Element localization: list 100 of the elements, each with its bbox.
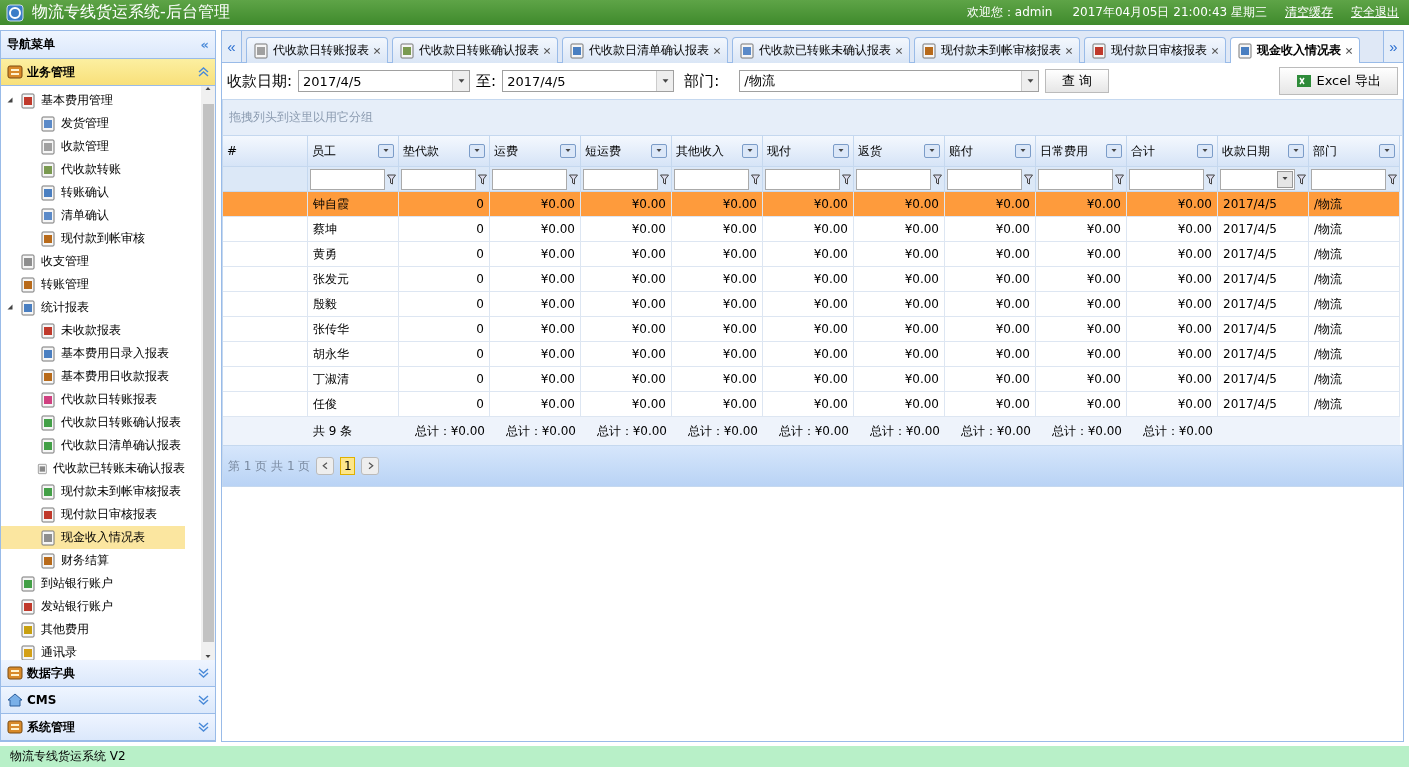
tab[interactable]: 代收款日转账报表 bbox=[246, 37, 388, 63]
tab[interactable]: 代收款已转账未确认报表 bbox=[732, 37, 910, 63]
table-cell: 胡永华 bbox=[308, 342, 399, 367]
filter-field[interactable] bbox=[856, 168, 931, 190]
next-page-button[interactable] bbox=[361, 457, 380, 475]
tree-item[interactable]: 基本费用日录入报表 bbox=[1, 342, 185, 365]
tree-item[interactable]: 代收款已转账未确认报表 bbox=[1, 457, 185, 480]
tree-item[interactable]: 财务结算 bbox=[1, 549, 185, 572]
filter-icon[interactable] bbox=[1024, 173, 1033, 185]
header-link[interactable]: 清空缓存 bbox=[1285, 4, 1333, 21]
filter-field[interactable] bbox=[1038, 168, 1113, 190]
column-menu-button[interactable] bbox=[1015, 144, 1031, 158]
header-link[interactable]: 安全退出 bbox=[1351, 4, 1399, 21]
accordion-header[interactable]: CMS bbox=[1, 687, 215, 714]
column-menu-button[interactable] bbox=[1106, 144, 1122, 158]
column-menu-button[interactable] bbox=[560, 144, 576, 158]
tree-item[interactable]: 到站银行账户 bbox=[1, 572, 185, 595]
filter-field[interactable] bbox=[765, 168, 840, 190]
filter-field[interactable] bbox=[1129, 168, 1204, 190]
tree-item[interactable]: 其他费用 bbox=[1, 618, 185, 641]
filter-icon[interactable] bbox=[1297, 173, 1306, 185]
filter-icon[interactable] bbox=[478, 173, 487, 185]
column-header[interactable]: 垫代款 bbox=[399, 136, 490, 167]
filter-icon[interactable] bbox=[387, 173, 396, 185]
column-menu-button[interactable] bbox=[742, 144, 758, 158]
tree-item[interactable]: 基本费用日收款报表 bbox=[1, 365, 185, 388]
scrollbar[interactable] bbox=[201, 86, 215, 660]
filter-field[interactable] bbox=[492, 168, 567, 190]
tree-item[interactable]: 代收款转账 bbox=[1, 158, 185, 181]
column-menu-button[interactable] bbox=[1288, 144, 1304, 158]
table-cell: ¥0.00 bbox=[1036, 267, 1127, 292]
column-menu-button[interactable] bbox=[833, 144, 849, 158]
tree-item[interactable]: 收支管理 bbox=[1, 250, 185, 273]
filter-field[interactable] bbox=[401, 168, 476, 190]
tree-item[interactable]: 现金收入情况表 bbox=[1, 526, 185, 549]
column-menu-button[interactable] bbox=[1379, 144, 1395, 158]
accordion-header[interactable]: 系统管理 bbox=[1, 714, 215, 741]
column-header[interactable]: 收款日期 bbox=[1218, 136, 1309, 167]
page-button[interactable]: 1 bbox=[340, 457, 356, 475]
tab[interactable]: 现金收入情况表 bbox=[1230, 37, 1360, 63]
filter-icon[interactable] bbox=[1115, 173, 1124, 185]
tab[interactable]: 现付款未到帐审核报表 bbox=[914, 37, 1080, 63]
tree-item[interactable]: 未收款报表 bbox=[1, 319, 185, 342]
column-header[interactable]: 其他收入 bbox=[672, 136, 763, 167]
export-button[interactable]: Excel 导出 bbox=[1279, 67, 1398, 95]
department-field[interactable]: /物流 bbox=[739, 70, 1040, 92]
filter-field[interactable] bbox=[674, 168, 749, 190]
previous-page-button[interactable] bbox=[316, 457, 335, 475]
column-header[interactable]: 返货 bbox=[854, 136, 945, 167]
filter-icon[interactable] bbox=[933, 173, 942, 185]
column-menu-button[interactable] bbox=[378, 144, 394, 158]
filter-icon[interactable] bbox=[751, 173, 760, 185]
filter-field[interactable] bbox=[1220, 168, 1295, 190]
tab-scroll-left-button[interactable]: « bbox=[222, 31, 242, 62]
tab[interactable]: 代收款日清单确认报表 bbox=[562, 37, 728, 63]
tree-item[interactable]: 统计报表 bbox=[1, 296, 185, 319]
filter-field[interactable] bbox=[947, 168, 1022, 190]
tree-item[interactable]: 转账管理 bbox=[1, 273, 185, 296]
tab-scroll-right-button[interactable]: » bbox=[1383, 31, 1403, 62]
tree-item[interactable]: 清单确认 bbox=[1, 204, 185, 227]
filter-field[interactable] bbox=[583, 168, 658, 190]
column-menu-button[interactable] bbox=[1197, 144, 1213, 158]
column-header[interactable]: 合计 bbox=[1127, 136, 1218, 167]
tree-item[interactable]: 发站银行账户 bbox=[1, 595, 185, 618]
tree-item[interactable]: 代收款日清单确认报表 bbox=[1, 434, 185, 457]
accordion-header[interactable]: 业务管理 bbox=[1, 59, 215, 86]
tree-item[interactable]: 发货管理 bbox=[1, 112, 185, 135]
tree-item[interactable]: 收款管理 bbox=[1, 135, 185, 158]
tab[interactable]: 现付款日审核报表 bbox=[1084, 37, 1226, 63]
tree-item[interactable]: 现付款到帐审核 bbox=[1, 227, 185, 250]
filter-icon[interactable] bbox=[660, 173, 669, 185]
tree-item[interactable]: 现付款未到帐审核报表 bbox=[1, 480, 185, 503]
filter-field[interactable] bbox=[1311, 168, 1386, 190]
column-menu-button[interactable] bbox=[651, 144, 667, 158]
tree-item[interactable]: 基本费用管理 bbox=[1, 89, 185, 112]
tree-item[interactable]: 通讯录 bbox=[1, 641, 185, 660]
filter-icon[interactable] bbox=[1388, 173, 1397, 185]
date-to-field[interactable]: 2017/4/5 bbox=[502, 70, 675, 92]
tree-item[interactable]: 转账确认 bbox=[1, 181, 185, 204]
filter-icon[interactable] bbox=[569, 173, 578, 185]
column-header[interactable]: 赔付 bbox=[945, 136, 1036, 167]
column-header[interactable]: 日常费用 bbox=[1036, 136, 1127, 167]
column-header[interactable]: 短运费 bbox=[581, 136, 672, 167]
accordion-header[interactable]: 数据字典 bbox=[1, 660, 215, 687]
column-header[interactable]: 部门 bbox=[1309, 136, 1400, 167]
tree-item[interactable]: 代收款日转账确认报表 bbox=[1, 411, 185, 434]
column-menu-button[interactable] bbox=[469, 144, 485, 158]
column-menu-button[interactable] bbox=[924, 144, 940, 158]
tab[interactable]: 代收款日转账确认报表 bbox=[392, 37, 558, 63]
filter-field[interactable] bbox=[310, 168, 385, 190]
date-from-field[interactable]: 2017/4/5 bbox=[298, 70, 471, 92]
column-header[interactable]: 运费 bbox=[490, 136, 581, 167]
column-header[interactable]: # bbox=[223, 136, 308, 167]
column-header[interactable]: 现付 bbox=[763, 136, 854, 167]
filter-icon[interactable] bbox=[1206, 173, 1215, 185]
tree-item[interactable]: 现付款日审核报表 bbox=[1, 503, 185, 526]
column-header[interactable]: 员工 bbox=[308, 136, 399, 167]
filter-icon[interactable] bbox=[842, 173, 851, 185]
tree-item[interactable]: 代收款日转账报表 bbox=[1, 388, 185, 411]
query-button[interactable]: 查 询 bbox=[1045, 69, 1110, 93]
